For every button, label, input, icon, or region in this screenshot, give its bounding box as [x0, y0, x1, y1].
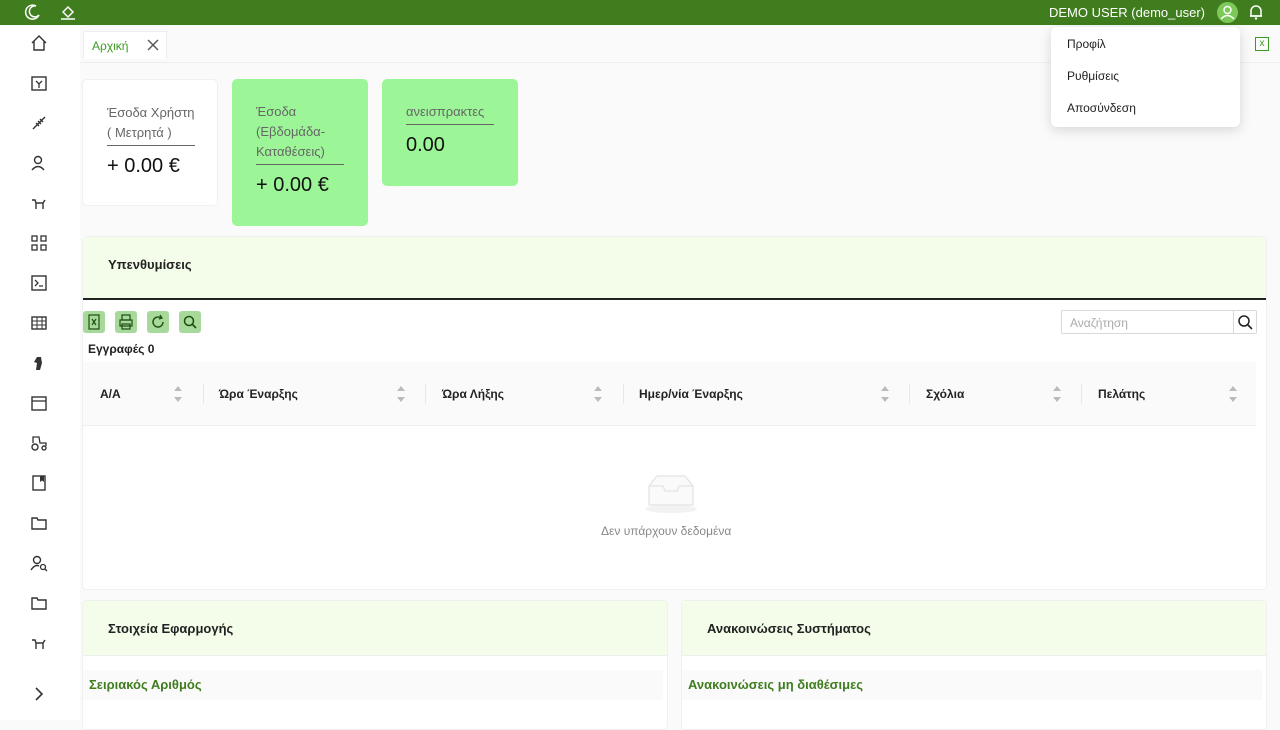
card-value: + 0.00 €: [107, 155, 180, 177]
serial-number-label: Σειριακός Αριθμός: [89, 677, 202, 692]
column-header[interactable]: Ώρα Λήξης: [442, 387, 504, 401]
user-name-label[interactable]: DEMO USER (demo_user): [1049, 5, 1205, 20]
search-icon: [1238, 315, 1253, 330]
folder-icon[interactable]: [30, 594, 48, 612]
column-divider: [623, 384, 624, 404]
tractor-icon[interactable]: [30, 434, 48, 452]
chevron-right-icon[interactable]: [30, 685, 48, 703]
announcements-title: Ανακοινώσεις Συστήματος: [707, 621, 871, 636]
user-icon[interactable]: [30, 154, 48, 172]
announcements-header: Ανακοινώσεις Συστήματος: [682, 601, 1266, 656]
bell-icon[interactable]: [1247, 3, 1265, 21]
column-divider: [203, 384, 204, 404]
income-weekly-card: Έσοδα (Εβδομάδα-Καταθέσεις) + 0.00 €: [232, 79, 368, 226]
column-header[interactable]: Α/Α: [100, 387, 121, 401]
sort-icon[interactable]: [593, 383, 603, 405]
records-count: Εγγραφές 0: [88, 342, 155, 356]
menu-item-logout[interactable]: Αποσύνδεση: [1067, 101, 1136, 115]
tab-home[interactable]: Αρχική: [83, 31, 167, 59]
paint-bucket-icon[interactable]: [59, 3, 77, 21]
sidebar: [0, 25, 80, 720]
sort-icon[interactable]: [396, 383, 406, 405]
wheat-icon[interactable]: [30, 114, 48, 132]
print-button[interactable]: [115, 311, 137, 333]
column-divider: [1081, 384, 1082, 404]
calendar-icon[interactable]: [30, 394, 48, 412]
refresh-button[interactable]: [147, 311, 169, 333]
reminders-header: Υπενθυμίσεις: [83, 237, 1266, 300]
income-cash-card: Έσοδα Χρήστη ( Μετρητά ) + 0.00 €: [82, 79, 218, 206]
card-title: Έσοδα (Εβδομάδα-Καταθέσεις): [256, 102, 344, 165]
book-icon[interactable]: [30, 474, 48, 492]
qrcode-icon[interactable]: [30, 234, 48, 252]
empty-inbox-icon: [645, 475, 697, 513]
serial-number-row: Σειριακός Αριθμός: [83, 670, 663, 700]
horse-head-icon[interactable]: [30, 354, 48, 372]
announcements-row: Ανακοινώσεις μη διαθέσιμες: [682, 670, 1262, 700]
table-icon[interactable]: [30, 314, 48, 332]
moon-icon[interactable]: [24, 3, 42, 21]
close-icon[interactable]: [146, 38, 160, 52]
folder-icon[interactable]: [30, 514, 48, 532]
sort-icon[interactable]: [880, 383, 890, 405]
card-value: + 0.00 €: [256, 174, 329, 196]
sort-icon[interactable]: [173, 383, 183, 405]
column-header[interactable]: Ώρα Έναρξης: [219, 387, 298, 401]
cow-icon[interactable]: [30, 194, 48, 212]
search-button[interactable]: [179, 311, 201, 333]
user-search-icon[interactable]: [30, 554, 48, 572]
app-info-title: Στοιχεία Εφαρμογής: [108, 621, 234, 636]
column-divider: [425, 384, 426, 404]
empty-state-text: Δεν υπάρχουν δεδομένα: [601, 524, 732, 538]
table-header: Α/Α Ώρα Έναρξης Ώρα Λήξης Ημερ/νία Έναρξ…: [83, 362, 1256, 426]
sort-icon[interactable]: [1228, 383, 1238, 405]
card-title: ανεισπρακτες: [406, 102, 494, 125]
app-info-header: Στοιχεία Εφαρμογής: [83, 601, 667, 656]
column-header[interactable]: Σχόλια: [926, 387, 964, 401]
menu-item-settings[interactable]: Ρυθμίσεις: [1067, 69, 1119, 83]
user-avatar-icon[interactable]: [1217, 2, 1238, 23]
reminders-title: Υπενθυμίσεις: [108, 257, 192, 272]
card-title: Έσοδα Χρήστη ( Μετρητά ): [107, 103, 195, 146]
menu-item-profile[interactable]: Προφίλ: [1067, 37, 1106, 51]
top-bar: DEMO USER (demo_user): [0, 0, 1280, 25]
search-submit-button[interactable]: [1233, 311, 1256, 333]
tab-home-label: Αρχική: [92, 39, 129, 53]
calendar-yen-icon[interactable]: [30, 74, 48, 92]
excel-export-icon[interactable]: x: [1255, 37, 1269, 51]
app-info-panel: Στοιχεία Εφαρμογής Σειριακός Αριθμός: [82, 600, 668, 730]
announcements-label: Ανακοινώσεις μη διαθέσιμες: [688, 677, 864, 692]
search-input[interactable]: Αναζήτηση: [1061, 310, 1257, 334]
user-menu: Προφίλ Ρυθμίσεις Αποσύνδεση: [1051, 27, 1240, 127]
column-header[interactable]: Πελάτης: [1098, 387, 1145, 401]
announcements-panel: Ανακοινώσεις Συστήματος Ανακοινώσεις μη …: [681, 600, 1267, 730]
column-header[interactable]: Ημερ/νία Έναρξης: [639, 387, 743, 401]
home-icon[interactable]: [30, 34, 48, 52]
uncollected-card: ανεισπρακτες 0.00: [382, 79, 518, 186]
search-placeholder: Αναζήτηση: [1070, 316, 1128, 330]
column-divider: [909, 384, 910, 404]
terminal-icon[interactable]: [30, 274, 48, 292]
card-value: 0.00: [406, 134, 445, 156]
cow-icon[interactable]: [30, 634, 48, 652]
sort-icon[interactable]: [1052, 383, 1062, 405]
export-excel-button[interactable]: [83, 311, 105, 333]
